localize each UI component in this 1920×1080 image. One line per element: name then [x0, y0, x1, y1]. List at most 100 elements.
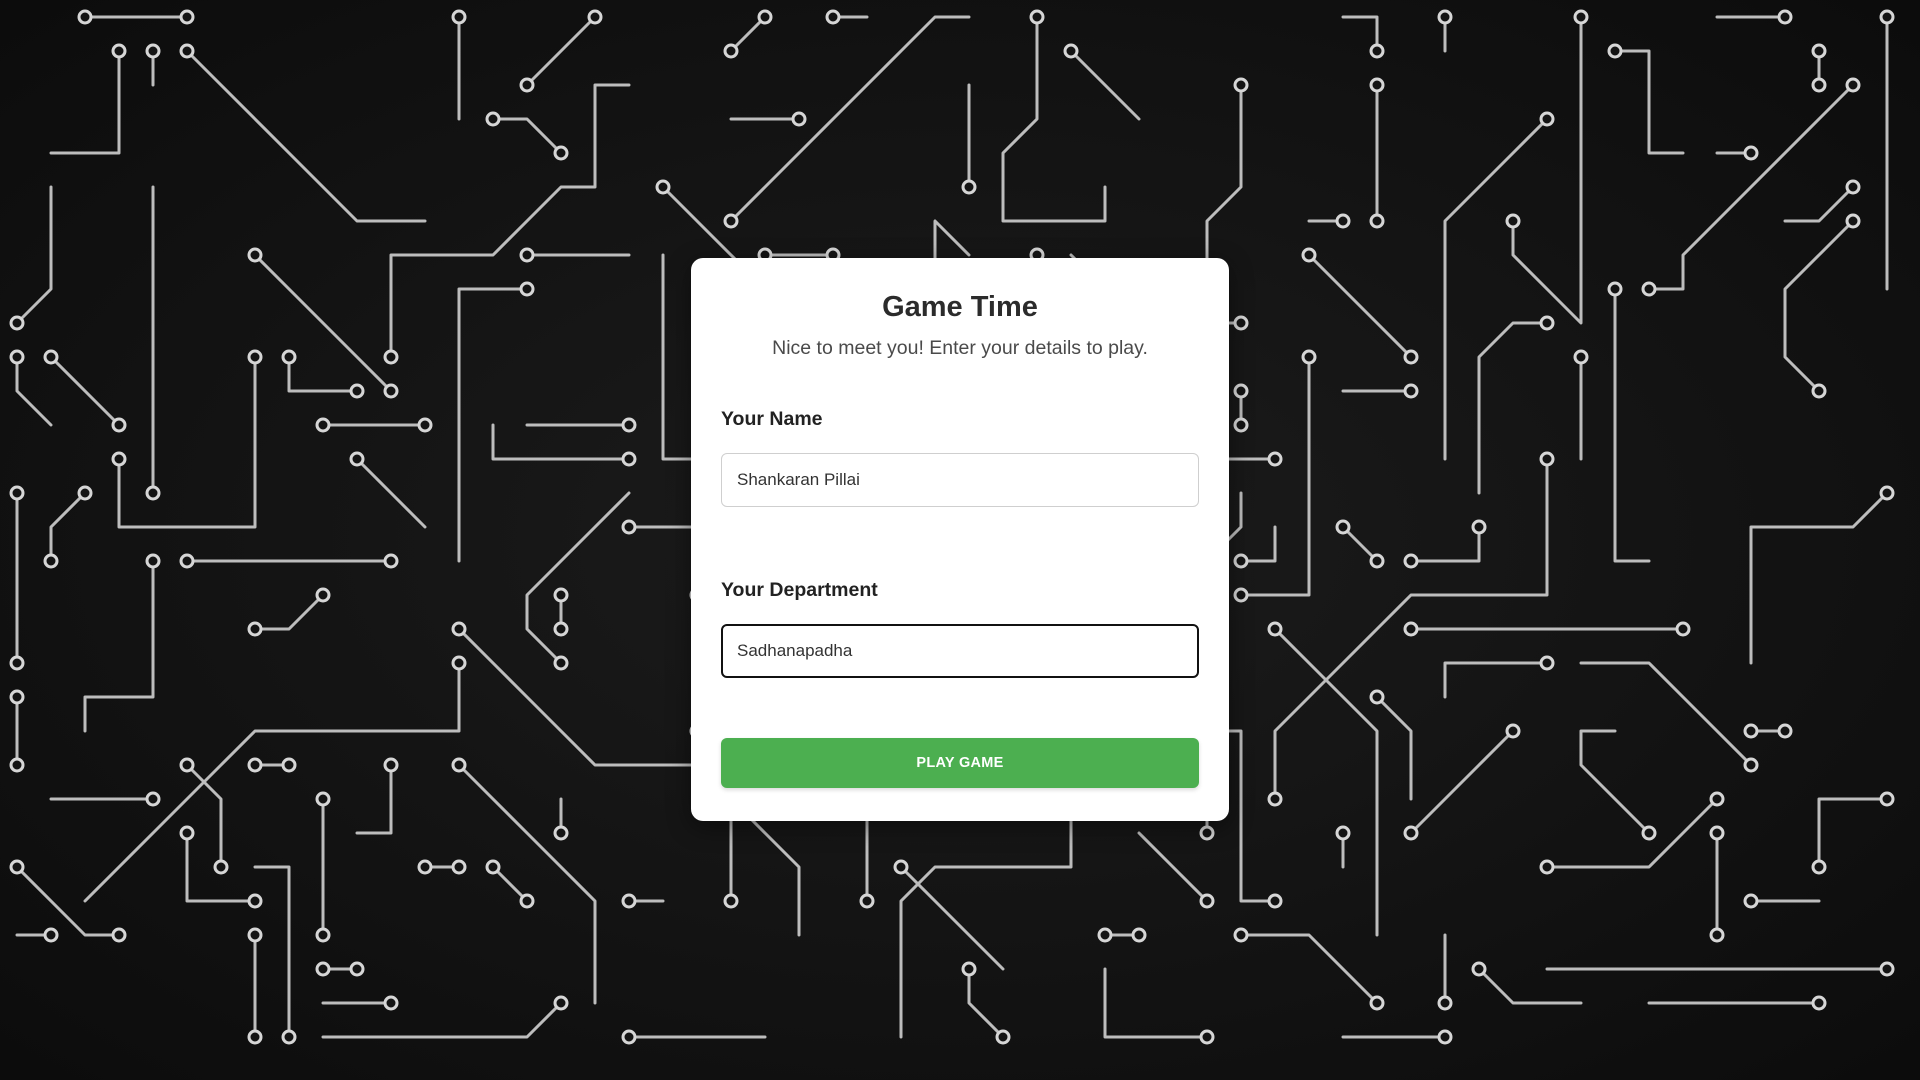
circuit-pad — [1403, 553, 1419, 569]
circuit-pad — [281, 349, 297, 365]
circuit-pad — [1097, 927, 1113, 943]
circuit-pad — [621, 417, 637, 433]
circuit-pad — [1879, 791, 1895, 807]
circuit-pad — [1879, 485, 1895, 501]
circuit-pad — [485, 859, 501, 875]
circuit-pad — [145, 485, 161, 501]
circuit-pad — [9, 859, 25, 875]
circuit-pad — [1233, 553, 1249, 569]
circuit-pad — [757, 9, 773, 25]
circuit-pad — [1777, 723, 1793, 739]
circuit-pad — [655, 179, 671, 195]
circuit-pad — [1641, 825, 1657, 841]
department-input[interactable] — [721, 623, 1199, 678]
circuit-pad — [1029, 9, 1045, 25]
circuit-pad — [723, 893, 739, 909]
circuit-pad — [961, 179, 977, 195]
circuit-pad — [315, 587, 331, 603]
circuit-pad — [519, 77, 535, 93]
circuit-pad — [1845, 179, 1861, 195]
circuit-pad — [43, 927, 59, 943]
circuit-pad — [1539, 451, 1555, 467]
circuit-pad — [383, 383, 399, 399]
circuit-pad — [1233, 315, 1249, 331]
circuit-pad — [1403, 825, 1419, 841]
circuit-pad — [43, 553, 59, 569]
circuit-pad — [315, 961, 331, 977]
circuit-pad — [247, 927, 263, 943]
circuit-pad — [1811, 383, 1827, 399]
circuit-pad — [281, 1029, 297, 1045]
login-card: Game Time Nice to meet you! Enter your d… — [691, 258, 1229, 821]
circuit-pad — [179, 553, 195, 569]
name-input[interactable] — [721, 452, 1199, 507]
circuit-pad — [247, 349, 263, 365]
circuit-pad — [1539, 315, 1555, 331]
circuit-pad — [77, 9, 93, 25]
circuit-pad — [1879, 961, 1895, 977]
circuit-pad — [1267, 791, 1283, 807]
circuit-pad — [1335, 825, 1351, 841]
circuit-pad — [723, 43, 739, 59]
circuit-pad — [1811, 859, 1827, 875]
circuit-pad — [77, 485, 93, 501]
circuit-pad — [1267, 893, 1283, 909]
circuit-pad — [1845, 213, 1861, 229]
circuit-pad — [893, 859, 909, 875]
circuit-pad — [213, 859, 229, 875]
circuit-pad — [383, 553, 399, 569]
circuit-pad — [1709, 927, 1725, 943]
circuit-pad — [179, 9, 195, 25]
circuit-pad — [1335, 519, 1351, 535]
circuit-pad — [315, 791, 331, 807]
circuit-pad — [519, 893, 535, 909]
circuit-pad — [247, 1029, 263, 1045]
circuit-pad — [1369, 213, 1385, 229]
circuit-pad — [1607, 281, 1623, 297]
circuit-pad — [1233, 417, 1249, 433]
circuit-pad — [247, 247, 263, 263]
circuit-pad — [1335, 213, 1351, 229]
circuit-pad — [1233, 927, 1249, 943]
circuit-pad — [179, 757, 195, 773]
circuit-pad — [1743, 757, 1759, 773]
circuit-pad — [621, 893, 637, 909]
circuit-pad — [1539, 859, 1555, 875]
circuit-pad — [9, 485, 25, 501]
circuit-pad — [1471, 961, 1487, 977]
circuit-pad — [1369, 995, 1385, 1011]
play-game-button[interactable]: PLAY GAME — [721, 737, 1199, 788]
circuit-pad — [1437, 9, 1453, 25]
circuit-pad — [383, 349, 399, 365]
circuit-pad — [995, 1029, 1011, 1045]
circuit-pad — [961, 961, 977, 977]
circuit-pad — [1369, 689, 1385, 705]
circuit-pad — [1063, 43, 1079, 59]
circuit-pad — [1437, 1029, 1453, 1045]
circuit-pad — [1811, 77, 1827, 93]
circuit-pad — [1437, 995, 1453, 1011]
circuit-pad — [417, 417, 433, 433]
circuit-pad — [1709, 825, 1725, 841]
circuit-pad — [383, 995, 399, 1011]
circuit-pad — [1743, 723, 1759, 739]
circuit-pad — [1199, 893, 1215, 909]
circuit-pad — [1539, 655, 1555, 671]
circuit-pad — [111, 927, 127, 943]
circuit-pad — [383, 757, 399, 773]
circuit-pad — [179, 825, 195, 841]
circuit-pad — [553, 621, 569, 637]
circuit-pad — [825, 9, 841, 25]
circuit-pad — [553, 655, 569, 671]
circuit-pad — [1403, 621, 1419, 637]
circuit-pad — [349, 383, 365, 399]
circuit-pad — [247, 893, 263, 909]
circuit-pad — [1811, 995, 1827, 1011]
circuit-pad — [1369, 43, 1385, 59]
circuit-pad — [349, 451, 365, 467]
circuit-pad — [1675, 621, 1691, 637]
circuit-pad — [349, 961, 365, 977]
circuit-pad — [553, 825, 569, 841]
circuit-pad — [111, 451, 127, 467]
circuit-pad — [145, 553, 161, 569]
